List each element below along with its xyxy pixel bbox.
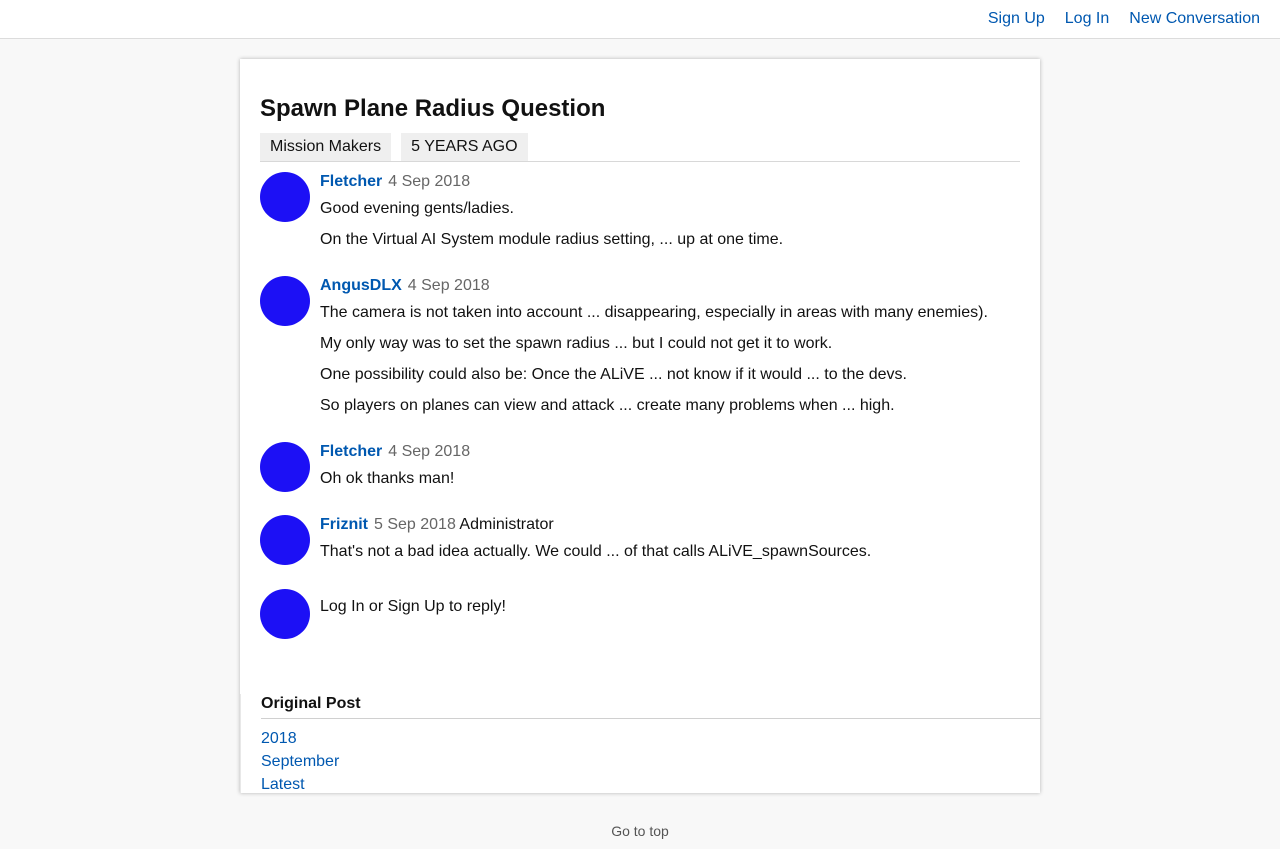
post-paragraph: On the Virtual AI System module radius s… [320, 231, 784, 248]
post-body: Friznit 5 Sep 2018 Administrator That's n… [320, 515, 1020, 562]
post-author[interactable]: Fletcher [320, 443, 382, 460]
post-paragraph: The camera is not taken into account ...… [320, 304, 988, 321]
title-divider [260, 161, 1020, 162]
post-body: Fletcher 4 Sep 2018 Good evening gents/la… [320, 172, 1020, 250]
post-meta: Friznit 5 Sep 2018 Administrator [320, 515, 1020, 535]
post-author[interactable]: Friznit [320, 516, 368, 533]
conversation-title: Spawn Plane Radius Question [260, 95, 606, 122]
post-date[interactable]: 5 Sep 2018 [374, 516, 456, 533]
post-body: AngusDLX 4 Sep 2018 The camera is not tak… [320, 276, 1020, 416]
scrubber-link-year[interactable]: 2018 [261, 727, 339, 750]
new-conversation-link[interactable]: New Conversation [1129, 9, 1260, 29]
conversation-tags: Mission Makers 5 YEARS AGO [260, 133, 528, 161]
avatar[interactable] [260, 515, 310, 565]
role-badge: Administrator [459, 516, 554, 533]
post-paragraph: That's not a bad idea actually. We could… [320, 543, 872, 560]
post-paragraph: My only way was to set the spawn radius … [320, 335, 833, 352]
post-body: Fletcher 4 Sep 2018 Oh ok thanks man! [320, 442, 1020, 489]
avatar[interactable] [260, 276, 310, 326]
post-paragraph: So players on planes can view and attack… [320, 397, 895, 414]
scrubber-link-latest[interactable]: Latest [261, 773, 339, 796]
scrubber-divider [261, 718, 1041, 719]
avatar[interactable] [260, 172, 310, 222]
reply-body: Log In or Sign Up to reply! [320, 597, 1020, 617]
post-meta: AngusDLX 4 Sep 2018 [320, 276, 1020, 296]
post-date[interactable]: 4 Sep 2018 [388, 443, 470, 460]
avatar[interactable] [260, 442, 310, 492]
log-in-link[interactable]: Log In [1065, 9, 1109, 29]
post-paragraph: Oh ok thanks man! [320, 470, 455, 487]
age-tag: 5 YEARS AGO [401, 133, 528, 161]
post-author[interactable]: AngusDLX [320, 277, 402, 294]
original-post-heading[interactable]: Original Post [261, 694, 361, 714]
post-meta: Fletcher 4 Sep 2018 [320, 442, 1020, 462]
footer: Go to top [0, 822, 1280, 840]
post-date[interactable]: 4 Sep 2018 [408, 277, 490, 294]
reply-prompt[interactable]: Log In or Sign Up to reply! [320, 597, 1020, 617]
avatar [260, 589, 310, 639]
post-author[interactable]: Fletcher [320, 173, 382, 190]
scrubber-link-month[interactable]: September [261, 750, 339, 773]
post-scrubber: Original Post 2018 September Latest [240, 694, 1041, 796]
scrubber-links: 2018 September Latest [261, 727, 339, 796]
channel-tag[interactable]: Mission Makers [260, 133, 392, 161]
top-bar: Sign Up Log In New Conversation [0, 0, 1280, 39]
sign-up-link[interactable]: Sign Up [988, 9, 1045, 29]
conversation-card: Spawn Plane Radius Question Mission Make… [240, 59, 1040, 793]
go-to-top-link[interactable]: Go to top [611, 823, 669, 839]
post-paragraph: One possibility could also be: Once the … [320, 366, 907, 383]
post-date[interactable]: 4 Sep 2018 [388, 173, 470, 190]
post-paragraph: Good evening gents/ladies. [320, 200, 514, 217]
post-meta: Fletcher 4 Sep 2018 [320, 172, 1020, 192]
header-nav: Sign Up Log In New Conversation [988, 9, 1260, 29]
